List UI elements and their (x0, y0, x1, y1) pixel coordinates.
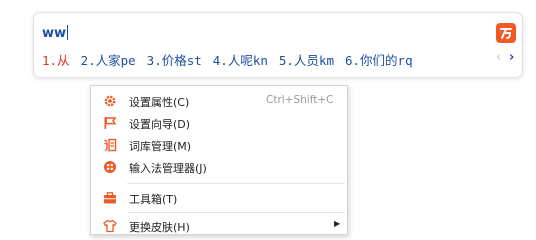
menu-item-toolbox[interactable]: 工具箱(T) (91, 188, 347, 208)
composition-string: ww (42, 26, 67, 41)
submenu-arrow-icon: ▶ (334, 219, 341, 228)
manager-icon (103, 160, 117, 174)
candidate-6[interactable]: 6.你们的rq (345, 50, 413, 69)
text-caret (67, 25, 69, 40)
candidate-2[interactable]: 2.人家pe (81, 50, 136, 69)
menu-item-ime-manager[interactable]: 输入法管理器(J) (91, 157, 347, 177)
menu-item-label: 输入法管理器(J) (129, 162, 207, 175)
menu-separator (127, 183, 345, 184)
next-page-button[interactable]: › (509, 50, 514, 66)
menu-item-dictionary[interactable]: 词库管理(M) (91, 135, 347, 155)
context-menu: 设置属性(C) Ctrl+Shift+C 设置向导(D) 词库管理(M) 输入法… (90, 85, 348, 235)
flag-icon (103, 116, 117, 130)
candidate-3[interactable]: 3.价格st (147, 50, 202, 69)
menu-item-change-skin[interactable]: 更换皮肤(H) ▶ (91, 216, 347, 236)
menu-item-label: 工具箱(T) (129, 193, 178, 206)
candidate-5[interactable]: 5.人员km (279, 50, 334, 69)
composition-text[interactable]: ww (42, 25, 69, 41)
candidate-4[interactable]: 4.人呢kn (213, 50, 268, 69)
candidate-1[interactable]: 1.从 (42, 50, 70, 69)
toolbox-icon (103, 191, 117, 205)
menu-item-label: 更换皮肤(H) (129, 221, 190, 234)
menu-separator (127, 212, 345, 213)
menu-item-shortcut: Ctrl+Shift+C (266, 94, 334, 106)
ime-logo-icon[interactable] (496, 23, 516, 43)
menu-item-label: 设置向导(D) (129, 118, 191, 131)
candidate-list: 1.从 2.人家pe 3.价格st 4.人呢kn 5.人员km 6.你们的rq (42, 50, 424, 69)
menu-item-label: 设置属性(C) (129, 96, 190, 109)
dictionary-icon (103, 138, 117, 152)
menu-item-label: 词库管理(M) (129, 140, 192, 153)
menu-item-settings[interactable]: 设置属性(C) Ctrl+Shift+C (91, 91, 347, 111)
gear-icon (103, 94, 117, 108)
skin-icon (103, 219, 117, 233)
menu-item-wizard[interactable]: 设置向导(D) (91, 113, 347, 133)
prev-page-button[interactable]: ‹ (496, 50, 501, 66)
ime-candidate-window: ww 1.从 2.人家pe 3.价格st 4.人呢kn 5.人员km 6.你们的… (33, 12, 523, 78)
